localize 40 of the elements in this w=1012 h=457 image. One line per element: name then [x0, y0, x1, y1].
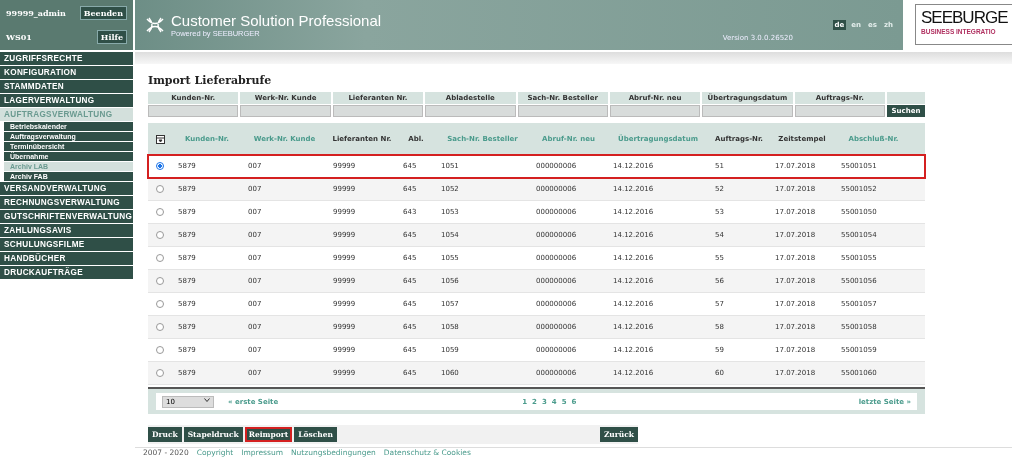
sidebar-item[interactable]: LAGERVERWALTUNG: [0, 94, 133, 107]
workstation-label: WS01: [6, 32, 33, 42]
logo-wordmark: SEEBURGE: [921, 8, 1009, 28]
sidebar-item[interactable]: ZUGRIFFSRECHTE: [0, 52, 133, 65]
sidebar-item[interactable]: RECHNUNGSVERWALTUNG: [0, 196, 133, 209]
sidebar-item[interactable]: GUTSCHRIFTENVERWALTUNG: [0, 210, 133, 223]
column-chooser-icon[interactable]: [155, 134, 165, 144]
page-title: Import Lieferabrufe: [148, 74, 273, 87]
sidebar-item[interactable]: KONFIGURATION: [0, 66, 133, 79]
filter-input[interactable]: [609, 105, 701, 117]
filter-input[interactable]: [794, 105, 885, 117]
row-radio[interactable]: [156, 277, 164, 285]
row-radio[interactable]: [156, 346, 164, 354]
logout-button[interactable]: Beenden: [79, 6, 127, 20]
empty-header-cell: [887, 92, 925, 104]
filter-input[interactable]: [702, 105, 793, 117]
filter-input[interactable]: [332, 105, 424, 117]
row-radio[interactable]: [156, 300, 164, 308]
user-name: 99999_admin: [6, 8, 67, 18]
sidebar-item[interactable]: HANDBÜCHER: [0, 252, 133, 265]
sidebar-item[interactable]: STAMMDATEN: [0, 80, 133, 93]
app-title: Customer Solution Professional: [171, 12, 382, 29]
sidebar-item[interactable]: VERSANDVERWALTUNG: [0, 182, 133, 195]
row-radio[interactable]: [156, 185, 164, 193]
row-radio[interactable]: [156, 162, 164, 170]
filter-input[interactable]: [425, 105, 516, 117]
sidebar-item[interactable]: DRUCKAUFTRÄGE: [0, 266, 133, 279]
row-radio[interactable]: [156, 323, 164, 331]
help-button[interactable]: Hilfe: [96, 30, 127, 44]
chevron-down-icon: [204, 397, 210, 402]
row-radio[interactable]: [156, 254, 164, 262]
knot-logo-icon: [145, 16, 165, 34]
sidebar-item[interactable]: ZAHLUNGSAVIS: [0, 224, 133, 237]
filter-input[interactable]: [148, 105, 239, 117]
sidebar-item[interactable]: SCHULUNGSFILME: [0, 238, 133, 251]
filter-input[interactable]: [240, 105, 331, 117]
row-radio[interactable]: [156, 231, 164, 239]
row-radio[interactable]: [156, 208, 164, 216]
filter-input[interactable]: [517, 105, 608, 117]
row-radio[interactable]: [156, 369, 164, 377]
